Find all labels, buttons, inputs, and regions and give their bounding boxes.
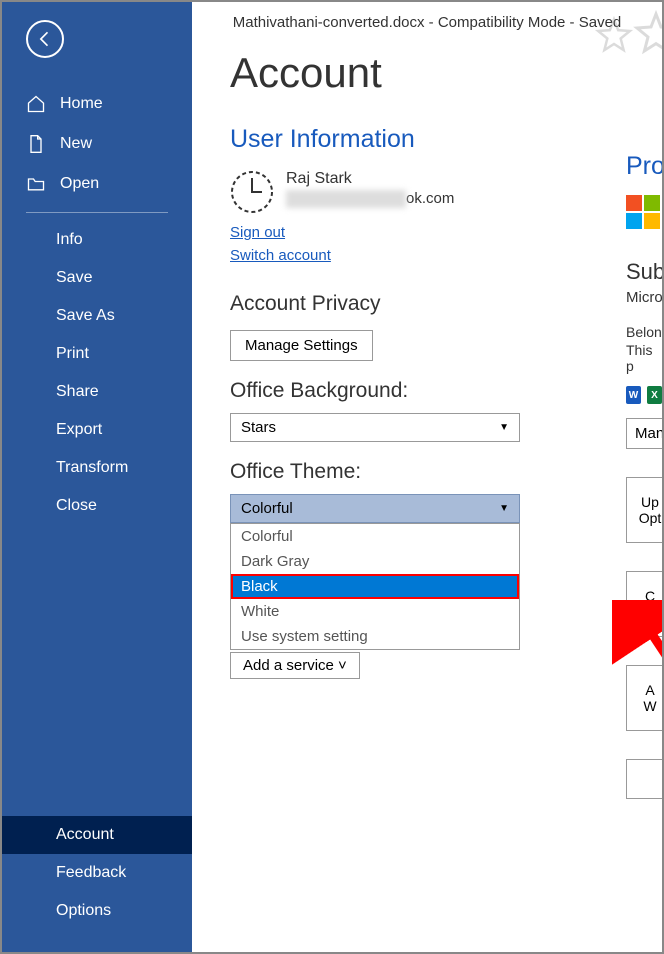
theme-option-black[interactable]: Black: [231, 574, 519, 599]
sidebar-item-feedback[interactable]: Feedback: [2, 854, 192, 892]
chevron-down-icon: ▼: [499, 503, 509, 514]
whats-new-card[interactable]: [626, 759, 662, 799]
office-insider-card[interactable]: C Ins: [626, 571, 662, 637]
privacy-heading: Account Privacy: [230, 292, 662, 316]
add-service-button[interactable]: Add a service ˅: [230, 652, 360, 679]
subscription-subtext: Micro: [626, 289, 662, 306]
user-info-heading: User Information: [230, 125, 662, 154]
backstage-sidebar: Home New Open Info Save Save As Print Sh…: [2, 2, 192, 952]
star-icon: [632, 10, 662, 58]
office-background-dropdown[interactable]: Stars ▼: [230, 413, 520, 442]
sidebar-item-account[interactable]: Account: [2, 816, 192, 854]
right-panel-clipped: Pro Subs Micro Belon This p W X Man Up O…: [622, 152, 662, 799]
about-word-card[interactable]: A W: [626, 665, 662, 731]
app-icons: W X: [626, 386, 662, 404]
update-options-card[interactable]: Up Opt: [626, 477, 662, 543]
sidebar-label: Home: [60, 95, 103, 113]
theme-heading: Office Theme:: [230, 460, 662, 484]
page-title: Account: [230, 49, 662, 97]
back-button[interactable]: [26, 20, 64, 58]
dropdown-value: Colorful: [241, 500, 293, 517]
theme-option-darkgray[interactable]: Dark Gray: [231, 549, 519, 574]
excel-icon: X: [647, 386, 662, 404]
sidebar-item-saveas[interactable]: Save As: [2, 297, 192, 335]
theme-option-colorful[interactable]: Colorful: [231, 524, 519, 549]
dropdown-value: Stars: [241, 419, 276, 436]
sidebar-label: Open: [60, 175, 99, 193]
chevron-down-icon: ▼: [499, 422, 509, 433]
microsoft-logo-icon: [626, 195, 662, 229]
sidebar-item-print[interactable]: Print: [2, 335, 192, 373]
user-name: Raj Stark: [286, 170, 454, 188]
sidebar-divider: [26, 212, 168, 213]
switch-account-link[interactable]: Switch account: [230, 247, 331, 264]
sidebar-item-transform[interactable]: Transform: [2, 449, 192, 487]
arrow-left-icon: [35, 29, 55, 49]
main-panel: Mathivathani-converted.docx - Compatibil…: [192, 2, 662, 952]
sign-out-link[interactable]: Sign out: [230, 224, 285, 241]
user-email: ok.com: [286, 190, 454, 207]
sidebar-item-open[interactable]: Open: [2, 164, 192, 204]
sidebar-item-export[interactable]: Export: [2, 411, 192, 449]
star-icon: [594, 16, 634, 56]
sidebar-item-save[interactable]: Save: [2, 259, 192, 297]
sidebar-item-new[interactable]: New: [2, 124, 192, 164]
sidebar-item-share[interactable]: Share: [2, 373, 192, 411]
theme-option-white[interactable]: White: [231, 599, 519, 624]
avatar: [230, 170, 274, 214]
word-icon: W: [626, 386, 641, 404]
sidebar-label: New: [60, 135, 92, 153]
background-heading: Office Background:: [230, 379, 662, 403]
sidebar-item-close[interactable]: Close: [2, 487, 192, 525]
sidebar-item-home[interactable]: Home: [2, 84, 192, 124]
product-heading: Pro: [626, 152, 662, 181]
doc-icon: [26, 134, 46, 154]
sidebar-item-options[interactable]: Options: [2, 892, 192, 930]
manage-account-button[interactable]: Man: [626, 418, 662, 449]
folder-icon: [26, 174, 46, 194]
document-title: Mathivathani-converted.docx - Compatibil…: [192, 2, 662, 31]
office-theme-dropdown[interactable]: Colorful ▼: [230, 494, 520, 523]
theme-dropdown-list: Colorful Dark Gray Black White Use syste…: [230, 523, 520, 650]
manage-settings-button[interactable]: Manage Settings: [230, 330, 373, 361]
sidebar-item-info[interactable]: Info: [2, 221, 192, 259]
theme-option-system[interactable]: Use system setting: [231, 624, 519, 649]
subscription-heading: Subs: [626, 259, 662, 285]
home-icon: [26, 94, 46, 114]
